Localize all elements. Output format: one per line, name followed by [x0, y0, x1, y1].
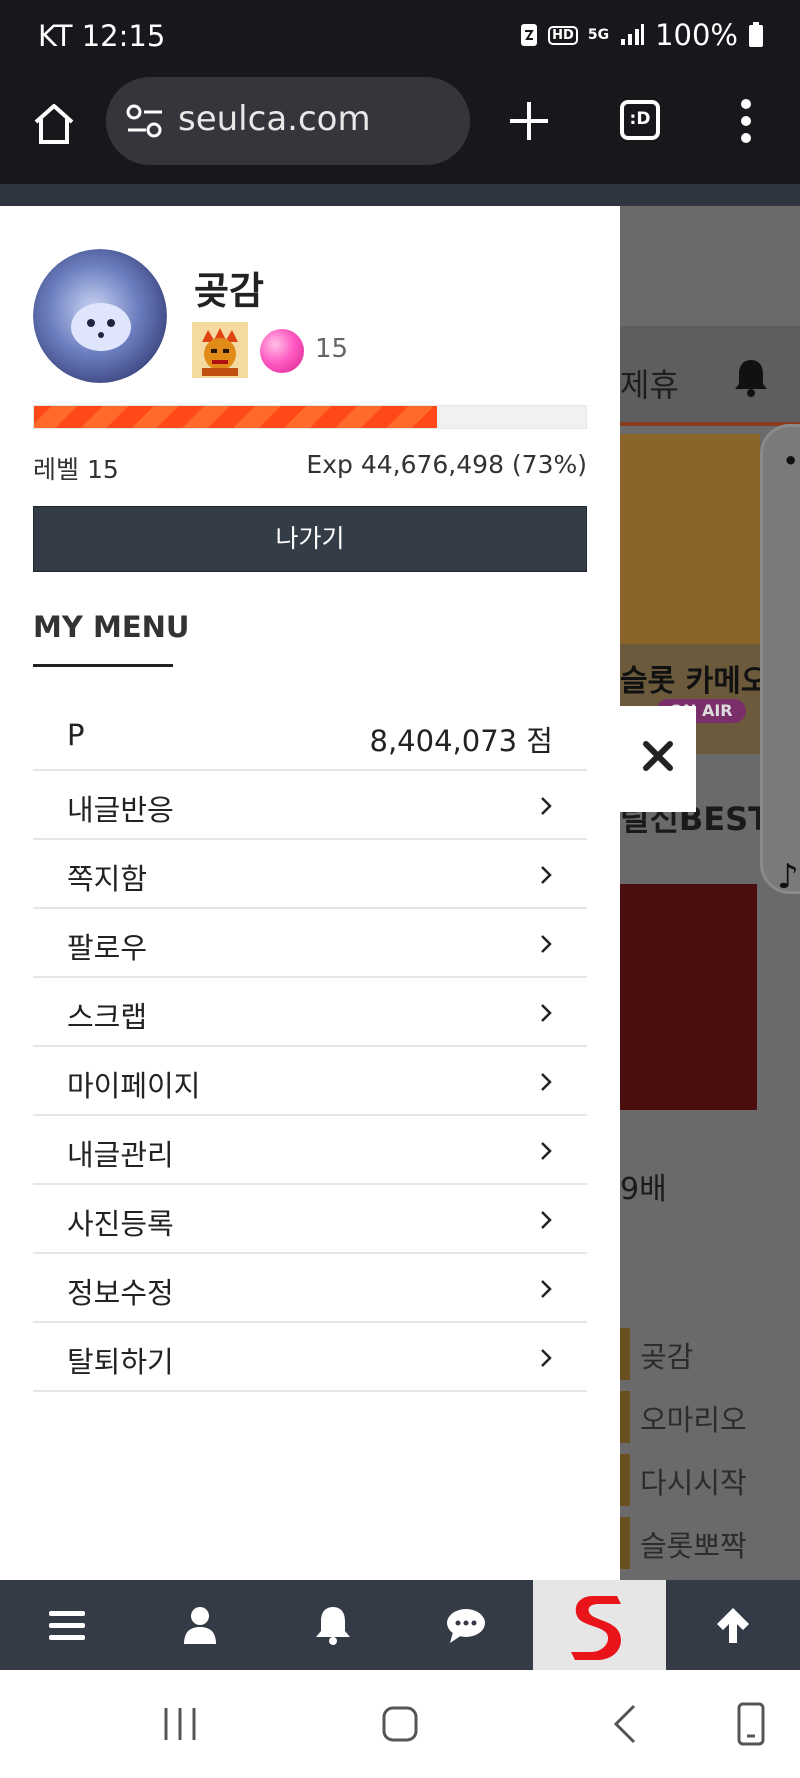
site-settings-icon[interactable] [126, 103, 164, 139]
close-drawer-button[interactable] [620, 706, 696, 812]
chevron-right-icon [541, 1280, 552, 1298]
arrow-up-icon[interactable] [712, 1604, 754, 1646]
chevron-right-icon [541, 1211, 552, 1229]
my-menu-underline [33, 664, 173, 667]
menu-item-label: 탈퇴하기 [67, 1345, 174, 1379]
menu-item-label: 사진등록 [67, 1207, 174, 1241]
username: 곶감 [194, 269, 264, 313]
menu-item-label: 쪽지함 [67, 862, 148, 896]
bg-game-image [620, 884, 757, 1110]
exp-progress-fill [34, 406, 437, 428]
menu-item-follow[interactable]: 팔로우 [33, 909, 587, 978]
chat-icon[interactable] [445, 1604, 487, 1646]
hd-icon: HD [548, 25, 578, 45]
music-note-icon: ♪ [777, 857, 799, 897]
bg-ranking-item: 곶감 [620, 1324, 800, 1387]
menu-item-post-reactions[interactable]: 내글반응 [33, 771, 587, 840]
chevron-right-icon [541, 1142, 552, 1160]
floating-player-panel: •• ♪ [760, 424, 800, 897]
menu-item-edit-profile[interactable]: 정보수정 [33, 1254, 587, 1323]
chevron-right-icon [541, 1349, 552, 1367]
chevron-right-icon [541, 797, 552, 815]
status-time: KT 12:15 [38, 19, 166, 53]
hamburger-icon[interactable] [46, 1604, 88, 1646]
bg-top-strip [620, 184, 800, 206]
my-menu-title: MY MENU [33, 610, 190, 644]
app-notification-icon [521, 24, 538, 46]
address-bar[interactable]: seulca.com [106, 77, 470, 165]
bg-nav: 제휴 [620, 326, 800, 426]
status-bar: KT 12:15 HD 5G 100% [0, 0, 800, 74]
menu-item-mypage[interactable]: 마이페이지 [33, 1047, 587, 1116]
logout-button[interactable]: 나가기 [33, 506, 587, 572]
status-icons: HD 5G 100% [520, 18, 764, 52]
user-icon[interactable] [179, 1604, 221, 1646]
back-icon[interactable] [600, 1698, 652, 1750]
level-icon [192, 322, 248, 378]
bg-promo-text: 9배 [620, 1172, 667, 1207]
close-icon[interactable] [638, 736, 678, 776]
menu-item-scrap[interactable]: 스크랩 [33, 978, 587, 1047]
bg-bell-icon [735, 360, 767, 397]
bottom-app-bar [0, 1580, 800, 1670]
menu-item-label: 마이페이지 [67, 1069, 201, 1103]
url-text[interactable]: seulca.com [178, 99, 371, 139]
drawer-top-strip [0, 184, 620, 206]
gem-icon [260, 329, 304, 373]
recent-apps-icon[interactable] [154, 1698, 206, 1750]
notifications-button[interactable] [266, 1580, 399, 1670]
bg-ranking-item: 슬롯뽀짝 [620, 1513, 800, 1576]
menu-item-messages[interactable]: 쪽지함 [33, 840, 587, 909]
chevron-right-icon [541, 1073, 552, 1091]
menu-item-label: 정보수정 [67, 1276, 174, 1310]
level-number: 15 [315, 334, 349, 364]
more-menu-icon[interactable] [738, 98, 754, 144]
scroll-top-button[interactable] [666, 1580, 799, 1670]
menu-item-label: 팔로우 [67, 931, 148, 965]
site-logo-button[interactable] [533, 1580, 666, 1670]
menu-item-label: 내글반응 [67, 793, 174, 827]
menu-item-label: 내글관리 [67, 1138, 174, 1172]
bell-icon[interactable] [312, 1604, 354, 1646]
profile-button[interactable] [133, 1580, 266, 1670]
menu-item-withdraw[interactable]: 탈퇴하기 [33, 1323, 587, 1392]
home-icon[interactable] [30, 100, 78, 148]
app-root: KT 12:15 HD 5G 100% seulca.com :D 제휴 슬롯 … [0, 0, 800, 1778]
dots-icon: •• [783, 447, 800, 475]
home-nav-icon[interactable] [374, 1698, 426, 1750]
menu-list: P 8,404,073 점 내글반응 쪽지함 팔로우 스크랩 마이페이지 내글관… [33, 702, 587, 1392]
menu-item-photo-upload[interactable]: 사진등록 [33, 1185, 587, 1254]
menu-button[interactable] [0, 1580, 133, 1670]
battery-percent: 100% [655, 18, 738, 52]
side-drawer: 곶감 15 레벨 15 Exp 44,676,498 (73%) 나가기 MY … [0, 184, 620, 1580]
site-logo-icon[interactable] [563, 1588, 631, 1664]
network-5g-icon: 5G [587, 27, 610, 43]
chevron-right-icon [541, 935, 552, 953]
battery-icon [749, 22, 763, 47]
bg-nav-text: 제휴 [620, 366, 679, 404]
browser-toolbar: seulca.com :D [0, 74, 800, 184]
exp-label: Exp 44,676,498 (73%) [306, 450, 587, 479]
signal-icon [621, 24, 645, 45]
points-label: P [67, 718, 85, 752]
phone-icon[interactable] [725, 1698, 777, 1750]
bg-ranking-item: 다시시작 [620, 1450, 800, 1513]
bg-ranking-item: 오마리오 [620, 1387, 800, 1450]
bg-ranking-list: 곶감 오마리오 다시시작 슬롯뽀짝 [620, 1324, 800, 1576]
system-nav-bar [0, 1670, 800, 1778]
menu-item-label: 스크랩 [67, 1000, 148, 1034]
level-row: 레벨 15 Exp 44,676,498 (73%) [33, 450, 587, 486]
tab-switcher-button[interactable]: :D [620, 100, 660, 140]
chat-button[interactable] [399, 1580, 532, 1670]
chevron-right-icon [541, 1004, 552, 1022]
chevron-right-icon [541, 866, 552, 884]
points-row[interactable]: P 8,404,073 점 [33, 702, 587, 771]
level-label: 레벨 15 [33, 455, 119, 484]
new-tab-icon[interactable] [506, 98, 552, 144]
menu-item-my-posts[interactable]: 내글관리 [33, 1116, 587, 1185]
points-value: 8,404,073 점 [369, 724, 554, 758]
avatar [33, 249, 167, 383]
exp-progress-bar [33, 405, 587, 429]
